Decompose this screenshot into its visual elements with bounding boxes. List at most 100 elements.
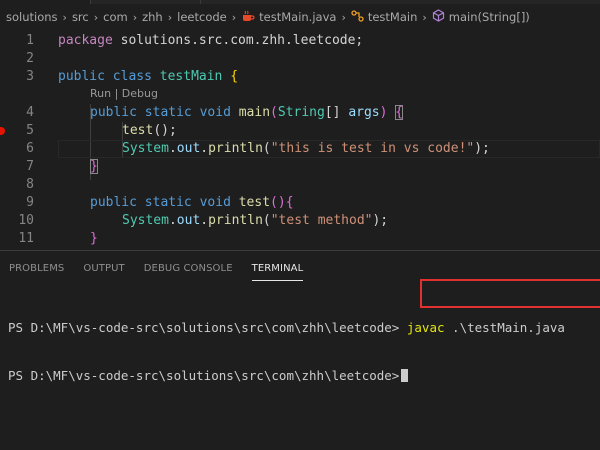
breadcrumb-label: main(String[]): [448, 10, 530, 24]
code-token: static: [144, 195, 192, 210]
code-text: test();: [122, 122, 177, 140]
code-token: println: [208, 141, 263, 156]
breadcrumb-item-solutions[interactable]: solutions: [6, 10, 58, 24]
line-number: 5: [26, 123, 34, 138]
terminal-command: javac: [406, 320, 445, 335]
chevron-right-icon: ›: [231, 10, 237, 24]
command-highlight-box: [420, 279, 600, 308]
java-file-icon: [241, 10, 255, 25]
tab-terminal[interactable]: TERMINAL: [251, 251, 304, 285]
code-token: .: [200, 141, 209, 156]
code-token: (: [262, 213, 271, 228]
code-token: solutions.src.com.zhh.leetcode;: [112, 33, 364, 48]
breadcrumb: solutions › src › com › zhh › leetcode ›…: [0, 6, 600, 28]
code-token: public: [90, 195, 137, 210]
code-line: 4 public static void main(String[] args) …: [0, 104, 600, 122]
code-line: 2: [0, 50, 600, 68]
code-line: 9 public static void test(){: [0, 194, 600, 212]
run-debug-codelens[interactable]: Run | Debug: [90, 87, 158, 100]
terminal-cursor: [401, 369, 409, 382]
chevron-right-icon: ›: [93, 10, 99, 24]
code-token: .: [200, 213, 209, 228]
code-token: []: [324, 105, 341, 120]
bottom-panel: PROBLEMS OUTPUT DEBUG CONSOLE TERMINAL P…: [0, 250, 600, 450]
line-number: 6: [26, 141, 34, 156]
line-number: 1: [26, 33, 34, 48]
tab-debug-console[interactable]: DEBUG CONSOLE: [144, 251, 233, 285]
code-token: (: [270, 105, 278, 120]
code-token: .: [168, 141, 177, 156]
chevron-right-icon: ›: [167, 10, 173, 24]
chevron-right-icon: ›: [62, 10, 67, 24]
code-token: test: [122, 123, 154, 138]
code-line: 7}: [0, 158, 600, 176]
code-token: public: [90, 105, 137, 120]
code-token: println: [208, 213, 263, 228]
breadcrumb-item-file[interactable]: testMain.java: [241, 10, 336, 25]
chevron-right-icon: ›: [422, 10, 427, 24]
code-line: 8: [0, 176, 600, 194]
class-symbol-icon: [351, 9, 364, 25]
chevron-right-icon: ›: [341, 10, 346, 24]
code-token: testMain: [159, 69, 223, 84]
code-line: 11}: [0, 230, 600, 248]
code-token: String: [277, 105, 325, 120]
code-token: (: [262, 141, 271, 156]
code-token: .: [168, 213, 177, 228]
code-line: 5 test();: [0, 122, 600, 140]
code-token: out: [176, 213, 201, 228]
breadcrumb-label: src: [71, 10, 89, 24]
line-number: 10: [18, 213, 34, 228]
line-number: 7: [26, 159, 34, 174]
terminal-prompt: PS D:\MF\vs-code-src\solutions\src\com\z…: [8, 368, 400, 383]
vscode-window: solutions › src › com › zhh › leetcode ›…: [0, 0, 600, 450]
code-token: public: [58, 69, 105, 84]
code-token: {: [395, 105, 404, 120]
breadcrumb-item-com[interactable]: com: [103, 10, 128, 24]
code-token: );: [372, 213, 389, 228]
code-editor[interactable]: Run | Debug 1 package solutions.src.com.zh…: [0, 28, 600, 248]
code-text: System.out.println("test method");: [122, 212, 388, 230]
code-token: }: [90, 159, 98, 174]
terminal-line: PS D:\MF\vs-code-src\solutions\src\com\z…: [8, 320, 565, 336]
code-line: 3 public class testMain {: [0, 68, 600, 86]
tab-output[interactable]: OUTPUT: [83, 251, 124, 285]
breadcrumb-item-method[interactable]: main(String[]): [432, 9, 530, 25]
code-text: }: [90, 230, 98, 248]
terminal-prompt: PS D:\MF\vs-code-src\solutions\src\com\z…: [8, 320, 400, 335]
terminal-line: PS D:\MF\vs-code-src\solutions\src\com\z…: [8, 368, 565, 384]
line-number: 11: [18, 231, 34, 246]
code-token: "this is test in vs code!": [270, 141, 475, 156]
code-text: }: [90, 158, 98, 176]
line-number: 3: [26, 69, 34, 84]
tab-problems[interactable]: PROBLEMS: [9, 251, 64, 285]
tab-separator: [90, 0, 91, 4]
code-line: 10 System.out.println("test method");: [0, 212, 600, 230]
code-token: test: [238, 195, 271, 210]
method-symbol-icon: [432, 9, 445, 25]
breadcrumb-item-leetcode[interactable]: leetcode: [177, 10, 227, 24]
code-token: main: [238, 105, 271, 120]
active-editor-tab[interactable]: [0, 0, 90, 4]
breadcrumb-label: solutions: [6, 10, 58, 24]
line-number: 4: [26, 105, 34, 120]
code-token: static: [144, 105, 192, 120]
line-number: 9: [26, 195, 34, 210]
code-text: public static void main(String[] args) {: [90, 104, 404, 122]
code-token: );: [474, 141, 490, 156]
breadcrumb-label: testMain.java: [259, 10, 337, 24]
code-token: }: [90, 231, 98, 246]
breadcrumb-item-class[interactable]: testMain: [351, 9, 417, 25]
code-line: 6 System.out.println("this is test in vs …: [0, 140, 600, 158]
breadcrumb-item-zhh[interactable]: zhh: [142, 10, 163, 24]
breadcrumb-item-src[interactable]: src: [72, 10, 89, 24]
code-line: 1 package solutions.src.com.zhh.leetcode;: [0, 32, 600, 50]
code-token: ();: [153, 123, 177, 138]
code-token: {: [285, 195, 294, 210]
tab-separator: [200, 0, 201, 4]
